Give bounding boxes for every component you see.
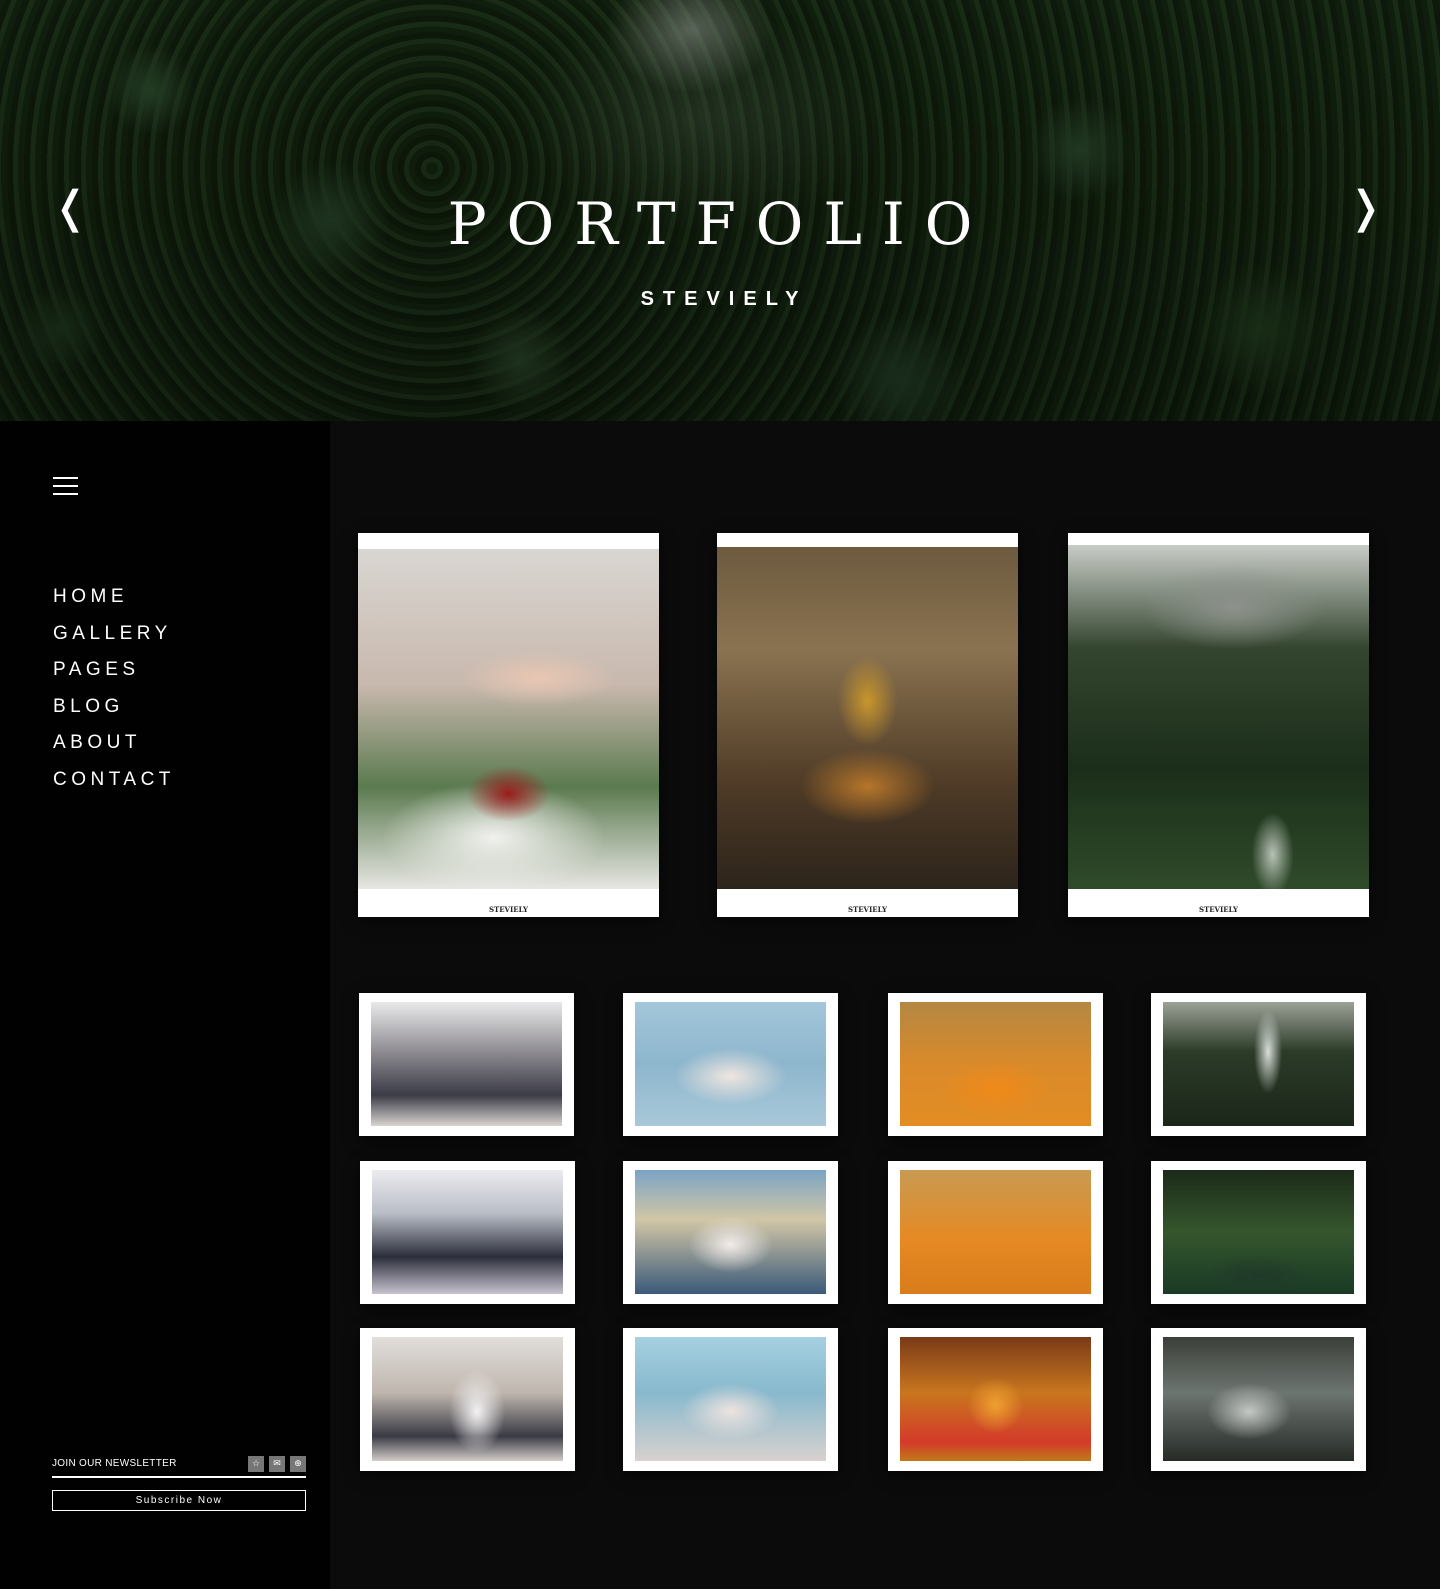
page-subtitle: STEVIELY [640,288,808,310]
nav-item-home[interactable]: HOME [53,579,175,616]
featured-photo-buddha-shrine[interactable]: STEVIELY [717,533,1018,917]
thumbnail-forest-pool[interactable] [1151,1161,1366,1304]
thumbnail-group-photo[interactable] [360,1161,575,1304]
thumbnail-monks-seated[interactable] [888,1161,1103,1304]
thumbnail-family-portrait[interactable] [623,1328,838,1471]
photo [1163,1170,1354,1294]
photo-caption: STEVIELY [847,905,888,914]
photo [358,549,659,889]
photo [635,1170,826,1294]
thumbnail-couple-family[interactable] [623,1161,838,1304]
photo [900,1002,1091,1126]
social-icons: ☆ ✉ ⊕ [248,1455,306,1472]
nav-item-pages[interactable]: PAGES [53,652,175,689]
photo [900,1337,1091,1461]
hamburger-menu-icon[interactable] [53,477,78,495]
photo [371,1002,562,1126]
thumbnail-wedding-procession[interactable] [359,993,574,1136]
photo [372,1170,563,1294]
thumbnail-temple-monk[interactable] [888,1328,1103,1471]
photo-caption: STEVIELY [1198,905,1239,914]
thumbnail-waterfall[interactable] [1151,993,1366,1136]
photo [1163,1337,1354,1461]
chevron-right-icon[interactable]: ❭ [1347,182,1384,233]
thumbnail-bridal-party-blue[interactable] [623,993,838,1136]
newsletter-label: JOIN OUR NEWSLETTER [52,1458,177,1469]
newsletter: JOIN OUR NEWSLETTER ☆ ✉ ⊕ Subscribe Now [52,1454,306,1511]
thumbnail-man-on-rocks[interactable] [1151,1328,1366,1471]
page-title: PORTFOLIO [447,190,993,258]
thumbnail-monks-ceremony[interactable] [888,993,1103,1136]
photo [635,1337,826,1461]
photo [372,1337,563,1461]
featured-photo-misty-forest[interactable]: STEVIELY [1068,533,1369,917]
subscribe-button[interactable]: Subscribe Now [52,1490,306,1511]
mail-icon[interactable]: ✉ [269,1455,285,1472]
nav-item-gallery[interactable]: GALLERY [53,616,175,653]
thumbnail-bride-groom-arch[interactable] [360,1328,575,1471]
hero-banner: ❬ PORTFOLIO STEVIELY ❭ [0,0,1440,421]
star-icon[interactable]: ☆ [248,1455,264,1472]
photo [1163,1002,1354,1126]
photo [1068,545,1369,889]
photo-caption: STEVIELY [488,905,529,914]
nav-item-blog[interactable]: BLOG [53,689,175,726]
photo [717,547,1018,889]
photo [900,1170,1091,1294]
globe-icon[interactable]: ⊕ [290,1455,306,1472]
photo [635,1002,826,1126]
nav-item-contact[interactable]: CONTACT [53,762,175,799]
featured-photo-wedding-hands[interactable]: STEVIELY [358,533,659,917]
nav-item-about[interactable]: ABOUT [53,725,175,762]
sidebar: HOME GALLERY PAGES BLOG ABOUT CONTACT JO… [0,421,330,1589]
gallery: STEVIELY STEVIELY STEVIELY [330,421,1440,1589]
main-nav: HOME GALLERY PAGES BLOG ABOUT CONTACT [53,579,175,798]
